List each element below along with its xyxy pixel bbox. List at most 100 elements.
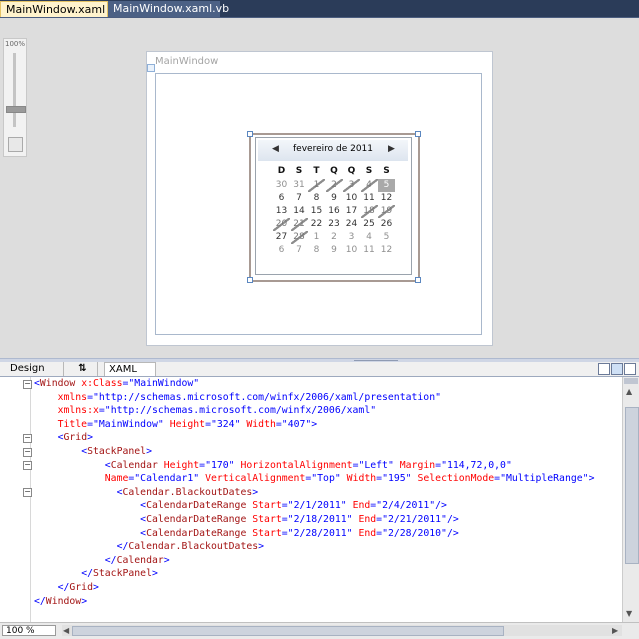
calendar-day[interactable]: 7 xyxy=(291,244,308,257)
calendar-day[interactable]: 16 xyxy=(326,205,343,218)
calendar-day[interactable]: 22 xyxy=(308,218,325,231)
zoom-track[interactable] xyxy=(13,53,16,127)
calendar-day[interactable]: 19 xyxy=(378,205,395,218)
code-line[interactable]: </Calendar> xyxy=(34,554,594,568)
vertical-scroll-thumb[interactable] xyxy=(625,407,639,564)
calendar-day[interactable]: 9 xyxy=(326,192,343,205)
scroll-up-icon[interactable]: ▲ xyxy=(626,387,632,396)
code-line[interactable]: <Calendar Height="170" HorizontalAlignme… xyxy=(34,459,594,473)
scroll-right-icon[interactable]: ▶ xyxy=(612,626,618,635)
calendar-day[interactable]: 10 xyxy=(343,244,360,257)
code-line[interactable]: <Grid> xyxy=(34,431,594,445)
calendar-day[interactable]: 6 xyxy=(273,192,290,205)
horizontal-scrollbar[interactable]: ◀ ▶ xyxy=(62,625,622,636)
design-tab-label: Design xyxy=(10,363,45,374)
calendar-day[interactable]: 7 xyxy=(291,192,308,205)
code-line[interactable]: <CalendarDateRange Start="2/1/2011" End=… xyxy=(34,499,594,513)
xaml-code-editor[interactable]: − − − − − <Window x:Class="MainWindow" x… xyxy=(0,377,622,622)
calendar-day[interactable]: 23 xyxy=(326,218,343,231)
calendar-day[interactable]: 14 xyxy=(291,205,308,218)
calendar-day[interactable]: 11 xyxy=(361,192,378,205)
calendar-day[interactable]: 31 xyxy=(291,179,308,192)
calendar-day[interactable]: 9 xyxy=(326,244,343,257)
calendar-day[interactable]: 18 xyxy=(360,205,378,218)
collapse-grid-icon[interactable]: − xyxy=(23,434,32,443)
calendar-control[interactable]: ◀ fevereiro de 2011 ▶ D S T Q Q S S 30 31 1 2 3 4 5 6 7… xyxy=(255,137,412,275)
calendar-day[interactable]: 13 xyxy=(273,205,290,218)
calendar-day[interactable]: 2 xyxy=(326,231,343,244)
resize-handle-bottom-right[interactable] xyxy=(415,277,421,283)
tab-mainwindow-xaml[interactable]: MainWindow.xaml xyxy=(0,1,108,17)
next-month-arrow-icon[interactable]: ▶ xyxy=(388,144,395,154)
calendar-day[interactable]: 4 xyxy=(361,231,378,244)
code-text[interactable]: <Window x:Class="MainWindow" xmlns="http… xyxy=(34,377,594,608)
calendar-day[interactable]: 1 xyxy=(308,179,325,192)
vertical-scrollbar[interactable]: ▲ ▼ xyxy=(622,377,639,622)
calendar-day[interactable]: 3 xyxy=(343,179,360,192)
code-line[interactable]: </StackPanel> xyxy=(34,567,594,581)
resize-handle-top-left[interactable] xyxy=(247,131,253,137)
window-client-area[interactable]: ◀ fevereiro de 2011 ▶ D S T Q Q S S 30 31 1 2 3 4 5 6 7… xyxy=(155,73,482,335)
editor-zoom-select[interactable]: 100 % xyxy=(2,625,56,636)
tab-design[interactable]: Design xyxy=(6,362,64,376)
code-line[interactable]: Name="Calendar1" VerticalAlignment="Top"… xyxy=(34,472,595,486)
calendar-day[interactable]: 8 xyxy=(308,192,325,205)
calendar-day[interactable]: 28 xyxy=(290,231,308,244)
tab-xaml[interactable]: XAML xyxy=(104,362,156,376)
collapse-window-icon[interactable]: − xyxy=(23,380,32,389)
calendar-day[interactable]: 3 xyxy=(343,231,360,244)
calendar-day[interactable]: 4 xyxy=(360,179,378,192)
zoom-slider-handle[interactable] xyxy=(6,106,26,113)
code-line[interactable]: </Grid> xyxy=(34,581,594,595)
collapse-calendar-icon[interactable]: − xyxy=(23,461,32,470)
calendar-day[interactable]: 12 xyxy=(378,244,395,257)
resize-handle-bottom-left[interactable] xyxy=(247,277,253,283)
calendar-day[interactable]: 30 xyxy=(273,179,290,192)
collapse-stackpanel-icon[interactable]: − xyxy=(23,448,32,457)
code-line[interactable]: <CalendarDateRange Start="2/28/2011" End… xyxy=(34,527,594,541)
swap-panes-button[interactable]: ⇅ xyxy=(68,362,98,376)
calendar-day[interactable]: 20 xyxy=(273,218,290,231)
scroll-down-icon[interactable]: ▼ xyxy=(626,609,632,618)
calendar-day[interactable]: 8 xyxy=(308,244,325,257)
mainwindow-preview[interactable]: MainWindow ◀ fevereiro de 2011 ▶ DSTQQSS… xyxy=(146,51,493,346)
calendar-day[interactable]: 11 xyxy=(361,244,378,257)
code-line[interactable]: xmlns:x="http://schemas.microsoft.com/wi… xyxy=(34,404,594,418)
scroll-left-icon[interactable]: ◀ xyxy=(63,626,69,635)
collapse-blackoutdates-icon[interactable]: − xyxy=(23,488,32,497)
horizontal-split-icon[interactable] xyxy=(611,363,623,375)
document-tab-strip: MainWindow.xaml MainWindow.xaml.vb xyxy=(0,0,639,18)
calendar-day[interactable]: 6 xyxy=(273,244,290,257)
code-line[interactable]: </Window> xyxy=(34,595,594,609)
collapse-pane-icon[interactable] xyxy=(624,363,636,375)
calendar-day[interactable]: 25 xyxy=(361,218,378,231)
calendar-day[interactable]: 24 xyxy=(343,218,360,231)
calendar-day[interactable]: 21 xyxy=(290,218,308,231)
calendar-day[interactable]: 2 xyxy=(325,179,343,192)
calendar-month-title[interactable]: fevereiro de 2011 xyxy=(258,144,408,154)
code-line[interactable]: <Window x:Class="MainWindow" xyxy=(34,377,594,391)
calendar-day[interactable]: 1 xyxy=(308,231,325,244)
calendar-day[interactable]: 17 xyxy=(343,205,360,218)
code-line[interactable]: </Calendar.BlackoutDates> xyxy=(34,540,594,554)
calendar-day[interactable]: 15 xyxy=(308,205,325,218)
code-line[interactable]: <Calendar.BlackoutDates> xyxy=(34,486,594,500)
code-line[interactable]: xmlns="http://schemas.microsoft.com/winf… xyxy=(34,391,594,405)
calendar-day[interactable]: 12 xyxy=(378,192,395,205)
code-line[interactable]: <CalendarDateRange Start="2/18/2011" End… xyxy=(34,513,594,527)
vertical-split-icon[interactable] xyxy=(598,363,610,375)
code-line[interactable]: <StackPanel> xyxy=(34,445,594,459)
calendar-day[interactable]: 27 xyxy=(273,231,290,244)
code-line[interactable]: Title="MainWindow" Height="324" Width="4… xyxy=(34,418,594,432)
calendar-day[interactable]: 26 xyxy=(378,218,395,231)
editor-zoom-value: 100 % xyxy=(6,626,35,636)
tab-mainwindow-xaml-vb[interactable]: MainWindow.xaml.vb xyxy=(108,1,229,17)
horizontal-scroll-thumb[interactable] xyxy=(72,626,504,636)
calendar-day[interactable]: 10 xyxy=(343,192,360,205)
editor-split-handle[interactable] xyxy=(624,378,638,384)
calendar-day[interactable]: 5 xyxy=(378,179,395,192)
zoom-to-fit-button[interactable] xyxy=(8,137,23,152)
resize-handle-top-right[interactable] xyxy=(415,131,421,137)
calendar-selection-frame[interactable]: ◀ fevereiro de 2011 ▶ D S T Q Q S S 30 31 1 2 3 4 5 6 7… xyxy=(247,131,421,283)
calendar-day[interactable]: 5 xyxy=(378,231,395,244)
